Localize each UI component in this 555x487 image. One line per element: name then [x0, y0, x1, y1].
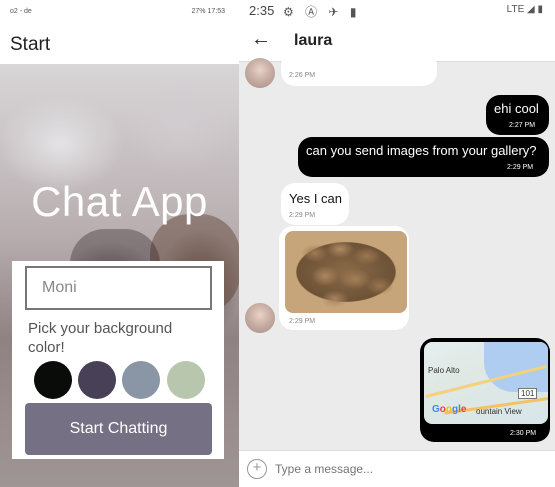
- hero-title: Chat App: [31, 178, 208, 225]
- name-input[interactable]: [25, 266, 212, 310]
- google-logo: Google: [432, 404, 467, 415]
- login-card: Pick your background color! Start Chatti…: [12, 261, 224, 459]
- message-bubble-incoming: Yes I can 2:29 PM: [281, 183, 349, 225]
- message-bubble-outgoing[interactable]: Palo Alto 101 Google ountain View 2:30 P…: [420, 338, 550, 442]
- message-time: 2:26 PM: [289, 72, 316, 79]
- pick-color-label: Pick your background color!: [28, 320, 173, 356]
- message-time: 2:29 PM: [289, 212, 316, 219]
- location-map[interactable]: Palo Alto 101 Google ountain View: [424, 342, 548, 424]
- app-bar: Start: [0, 22, 239, 64]
- status-bar: o2 - de 27% 17:53: [0, 0, 239, 22]
- message-bubble-outgoing: ehi cool 2:27 PM: [486, 95, 549, 135]
- potatoes-photo[interactable]: [285, 231, 407, 313]
- avatar: [245, 58, 275, 88]
- color-swatch-black[interactable]: [34, 361, 72, 399]
- message-bubble-incoming: 2:26 PM: [281, 52, 437, 86]
- color-swatch-purple-gray[interactable]: [78, 361, 116, 399]
- status-time: 2:35: [249, 3, 275, 18]
- map-city-label: Palo Alto: [428, 366, 460, 375]
- message-bubble-outgoing: can you send images from your gallery? 2…: [298, 137, 549, 177]
- carrier-text: o2 - de: [10, 8, 32, 15]
- avatar: [245, 303, 275, 333]
- message-time: 2:29 PM: [289, 318, 316, 325]
- map-route-label: 101: [518, 388, 538, 399]
- message-time: 2:30 PM: [510, 430, 537, 437]
- message-composer: +: [239, 450, 555, 487]
- message-time: 2:29 PM: [507, 164, 534, 171]
- plus-circle-icon[interactable]: +: [247, 459, 267, 479]
- battery-time-text: 27% 17:53: [191, 8, 225, 15]
- status-bar: 2:35 ⚙ Ⓐ ✈ ▮ LTE ◢ ▮: [239, 0, 555, 20]
- app-title: Start: [10, 34, 51, 55]
- status-icons: ⚙ Ⓐ ✈ ▮: [283, 5, 361, 19]
- message-time: 2:27 PM: [509, 122, 536, 129]
- network-text: LTE ◢ ▮: [506, 4, 543, 15]
- chat-title: laura: [294, 32, 333, 49]
- arrow-left-icon[interactable]: ←: [251, 28, 271, 51]
- start-screen: o2 - de 27% 17:53 Start Chat App Pick yo…: [0, 0, 239, 487]
- color-swatch-sage-green[interactable]: [167, 361, 205, 399]
- map-area-label: ountain View: [476, 407, 522, 416]
- message-text: ehi cool: [494, 101, 539, 116]
- message-text: can you send images from your gallery?: [306, 143, 537, 158]
- start-chatting-button[interactable]: Start Chatting: [25, 403, 212, 455]
- chat-screen: 2:35 ⚙ Ⓐ ✈ ▮ LTE ◢ ▮ ← laura 2:26 PM ehi…: [239, 0, 555, 487]
- color-swatch-slate-blue[interactable]: [122, 361, 160, 399]
- message-text: Yes I can: [289, 191, 343, 206]
- message-input[interactable]: [275, 458, 545, 480]
